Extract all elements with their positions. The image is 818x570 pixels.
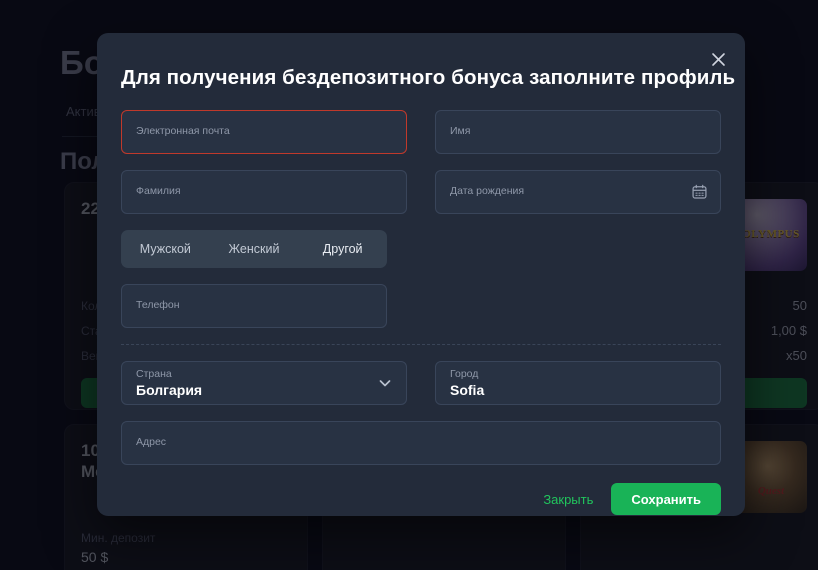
gender-option-male[interactable]: Мужской [121,242,210,256]
last-name-field[interactable]: Фамилия [121,170,407,214]
address-placeholder: Адрес [136,437,706,449]
email-placeholder: Электронная почта [136,126,392,138]
form-row: Адрес [121,421,721,465]
phone-wrapper: Телефон [121,284,387,328]
phone-placeholder: Телефон [136,300,372,312]
city-value: Sofia [450,383,706,398]
close-button[interactable]: Закрыть [543,492,593,507]
profile-form: Электронная почта Имя Фамилия Дата рожде… [121,110,721,515]
screen: Бонусы Активные Получить 220% Starz XXL … [0,0,818,570]
form-row: Фамилия Дата рождения [121,170,721,214]
chevron-down-icon[interactable] [376,374,394,392]
form-row: Телефон [121,284,721,328]
form-row: Электронная почта Имя [121,110,721,154]
form-row: Страна Болгария Город Sofia [121,361,721,405]
country-value: Болгария [136,383,392,398]
first-name-field[interactable]: Имя [435,110,721,154]
last-name-placeholder: Фамилия [136,186,392,198]
save-button[interactable]: Сохранить [611,483,721,515]
calendar-icon[interactable] [691,184,708,201]
gender-segmented-control[interactable]: Мужской Женский Другой [121,230,387,268]
modal-title: Для получения бездепозитного бонуса запо… [121,33,721,90]
city-field[interactable]: Город Sofia [435,361,721,405]
gender-option-other[interactable]: Другой [298,242,387,256]
section-divider [121,344,721,345]
birth-date-placeholder: Дата рождения [450,186,706,198]
first-name-placeholder: Имя [450,126,706,138]
country-select[interactable]: Страна Болгария [121,361,407,405]
phone-field[interactable]: Телефон [121,284,387,328]
profile-modal: Для получения бездепозитного бонуса запо… [97,33,745,516]
address-field[interactable]: Адрес [121,421,721,465]
email-field[interactable]: Электронная почта [121,110,407,154]
close-icon[interactable] [705,46,731,72]
modal-actions: Закрыть Сохранить [121,483,721,515]
city-label: Город [450,369,706,381]
gender-option-female[interactable]: Женский [210,242,299,256]
country-label: Страна [136,369,392,381]
birth-date-field[interactable]: Дата рождения [435,170,721,214]
